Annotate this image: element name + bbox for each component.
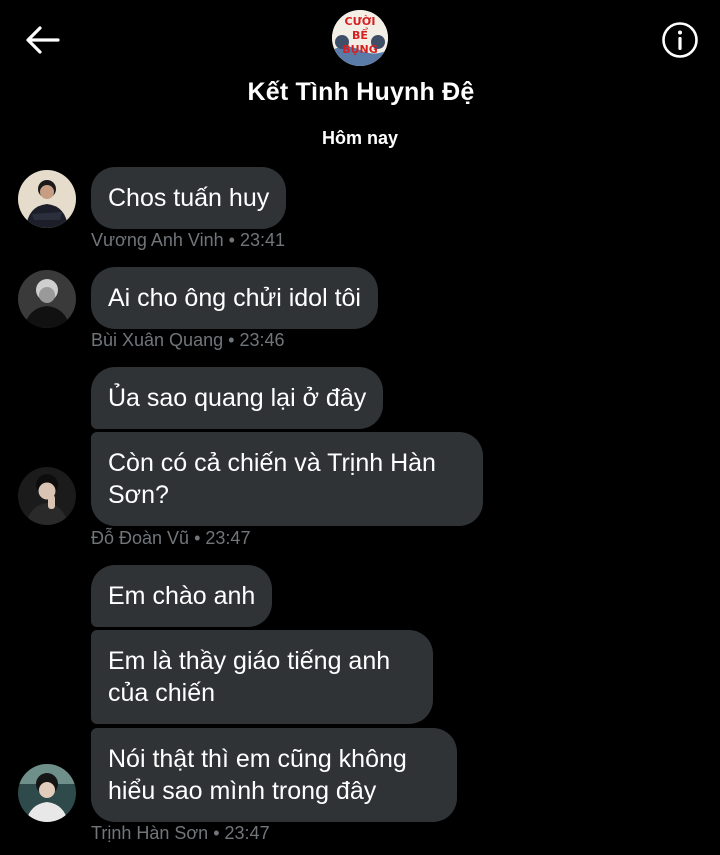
- message-bubble[interactable]: Chos tuấn huy: [91, 167, 287, 229]
- sender-name[interactable]: Vương Anh Vinh: [91, 230, 224, 250]
- conversation-title: Kết Tình Huynh Đệ: [247, 78, 475, 106]
- message-time: 23:41: [239, 230, 286, 250]
- message-time: 23:47: [205, 528, 251, 548]
- message-bubble[interactable]: Ai cho ông chửi idol tôi: [91, 267, 378, 329]
- message-meta: Đỗ Đoàn Vũ • 23:47: [91, 528, 250, 549]
- message-meta: Trịnh Hàn Sơn • 23:47: [91, 823, 270, 844]
- meta-dot: •: [213, 823, 220, 843]
- message-time: 23:47: [224, 823, 270, 843]
- group-logo-line-3: BỤNG: [342, 43, 378, 56]
- message-time: 23:46: [239, 330, 285, 350]
- info-icon: [662, 22, 698, 58]
- meta-dot: •: [228, 230, 235, 250]
- avatar-photo: [18, 170, 76, 228]
- meta-dot: •: [194, 528, 201, 548]
- group-logo-line-1: CƯỜI: [344, 15, 376, 28]
- meta-dot: •: [228, 330, 235, 350]
- group-avatar[interactable]: CƯỜI BỂ BỤNG: [332, 10, 388, 66]
- avatar-photo: [18, 270, 76, 328]
- avatar-photo: [18, 764, 76, 822]
- avatar-photo: [18, 467, 76, 525]
- group-logo-line-2: BỂ: [352, 29, 368, 42]
- date-separator: Hôm nay: [321, 128, 399, 148]
- avatar-vuong-anh-vinh[interactable]: [18, 170, 76, 228]
- arrow-left-icon: [26, 26, 60, 54]
- sender-name[interactable]: Bùi Xuân Quang: [91, 330, 223, 350]
- message-meta: Vương Anh Vinh • 23:41: [91, 230, 285, 251]
- sender-name[interactable]: Đỗ Đoàn Vũ: [91, 528, 189, 548]
- avatar-bui-xuan-quang[interactable]: [18, 270, 76, 328]
- sender-name[interactable]: Trịnh Hàn Sơn: [91, 823, 208, 843]
- avatar-do-doan-vu[interactable]: [18, 467, 76, 525]
- message-bubble[interactable]: Em là thầy giáo tiếng anh của chiến: [91, 630, 433, 724]
- message-meta: Bùi Xuân Quang • 23:46: [91, 330, 285, 351]
- message-bubble[interactable]: Nói thật thì em cũng không hiểu sao mình…: [91, 728, 457, 822]
- avatar-trinh-han-son[interactable]: [18, 764, 76, 822]
- conversation-header: CƯỜI BỂ BỤNG Kết Tình Huynh Đệ Hôm nay: [0, 0, 720, 160]
- message-bubble[interactable]: Ủa sao quang lại ở đây: [91, 367, 384, 429]
- info-button[interactable]: [661, 21, 699, 59]
- message-bubble[interactable]: Em chào anh: [91, 565, 273, 627]
- back-button[interactable]: [22, 22, 62, 58]
- message-bubble[interactable]: Còn có cả chiến và Trịnh Hàn Sơn?: [91, 432, 483, 526]
